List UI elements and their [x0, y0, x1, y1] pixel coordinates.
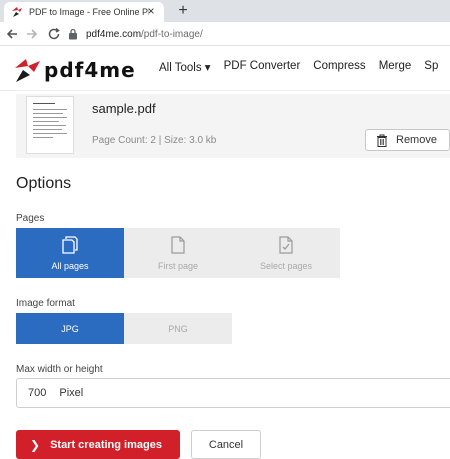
- new-tab-icon[interactable]: +: [174, 2, 192, 20]
- image-format-selector: JPG PNG: [16, 313, 232, 344]
- file-meta: Page Count: 2 | Size: 3.0 kb: [92, 135, 217, 146]
- all-pages-label: All pages: [51, 260, 89, 271]
- max-size-label: Max width or height: [16, 364, 103, 375]
- tab-close-icon[interactable]: ×: [144, 4, 158, 18]
- page-icon: [171, 235, 185, 254]
- first-page-option[interactable]: First page: [124, 228, 232, 278]
- first-page-label: First page: [157, 260, 199, 271]
- start-creating-images-button[interactable]: ❯ Start creating images: [16, 430, 180, 459]
- check-page-icon: [279, 235, 293, 254]
- trash-icon: [377, 134, 387, 147]
- browser-tab[interactable]: PDF to Image - Free Online PDF t ×: [4, 2, 164, 22]
- lock-icon: [69, 28, 77, 40]
- format-jpg-option[interactable]: JPG: [16, 313, 124, 344]
- copy-pages-icon: [62, 235, 78, 254]
- logo-mark-icon: [15, 59, 40, 82]
- chevron-right-icon: ❯: [30, 437, 41, 452]
- options-heading: Options: [16, 175, 72, 192]
- cancel-label: Cancel: [208, 438, 244, 451]
- url-field[interactable]: pdf4me.com/pdf-to-image/: [68, 25, 450, 43]
- tab-title: PDF to Image - Free Online PDF t: [29, 7, 149, 17]
- url-path: /pdf-to-image/: [141, 28, 203, 40]
- select-pages-option[interactable]: Select pages: [232, 228, 340, 278]
- max-size-value: 700: [28, 387, 47, 399]
- nav-compress[interactable]: Compress: [313, 60, 365, 74]
- image-format-label: Image format: [16, 298, 75, 309]
- nav-pdf-converter[interactable]: PDF Converter: [224, 60, 301, 74]
- nav-more[interactable]: Sp: [424, 60, 438, 74]
- browser-tab-strip: PDF to Image - Free Online PDF t × +: [0, 0, 450, 22]
- pages-label: Pages: [16, 213, 45, 224]
- back-icon[interactable]: [4, 26, 20, 42]
- all-pages-option[interactable]: All pages: [16, 228, 124, 278]
- start-label: Start creating images: [50, 438, 162, 451]
- format-png-option[interactable]: PNG: [124, 313, 232, 344]
- max-size-unit: Pixel: [59, 387, 84, 399]
- nav-merge[interactable]: Merge: [379, 60, 412, 74]
- select-pages-label: Select pages: [259, 260, 313, 271]
- reload-icon[interactable]: [46, 26, 62, 42]
- pages-selector: All pages First page Select pages: [16, 228, 340, 278]
- favicon-icon: [12, 7, 22, 17]
- address-bar: pdf4me.com/pdf-to-image/: [0, 22, 450, 46]
- nav-all-tools[interactable]: All Tools ▾: [159, 60, 211, 74]
- file-name: sample.pdf: [92, 101, 156, 116]
- main-nav: All Tools ▾ PDF Converter Compress Merge…: [159, 60, 450, 74]
- url-host: pdf4me.com: [86, 28, 142, 40]
- uploaded-file-card: sample.pdf Page Count: 2 | Size: 3.0 kb …: [16, 94, 450, 158]
- logo-text: pdf4me: [44, 58, 136, 82]
- remove-label: Remove: [396, 134, 437, 146]
- jpg-label: JPG: [61, 323, 79, 334]
- forward-icon[interactable]: [24, 26, 40, 42]
- site-header: pdf4me All Tools ▾ PDF Converter Compres…: [0, 47, 450, 91]
- png-label: PNG: [168, 323, 188, 334]
- site-logo[interactable]: pdf4me: [12, 56, 136, 84]
- file-thumbnail: [26, 96, 74, 154]
- cancel-button[interactable]: Cancel: [191, 430, 261, 459]
- remove-file-button[interactable]: Remove: [365, 129, 450, 151]
- max-size-input[interactable]: 700 Pixel: [16, 378, 450, 408]
